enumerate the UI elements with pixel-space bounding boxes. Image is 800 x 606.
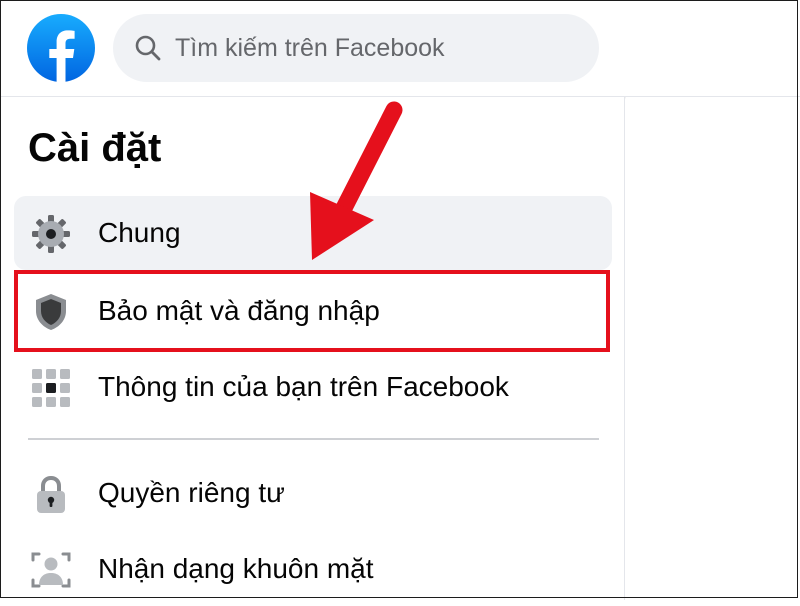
- top-bar: [0, 0, 800, 97]
- lock-icon: [37, 475, 65, 513]
- facebook-logo-icon[interactable]: [27, 14, 95, 82]
- sidebar-item-label: Thông tin của bạn trên Facebook: [98, 371, 509, 402]
- main-content: [626, 97, 800, 600]
- section-divider: [28, 438, 599, 440]
- sidebar-item-privacy[interactable]: Quyền riêng tư: [14, 456, 612, 530]
- search-icon: [135, 35, 161, 61]
- sidebar-item-your-facebook-info[interactable]: Thông tin của bạn trên Facebook: [14, 350, 612, 424]
- search-input[interactable]: [175, 33, 575, 63]
- grid-icon: [32, 369, 70, 407]
- page-title: Cài đặt: [28, 126, 162, 170]
- sidebar-item-label: Bảo mật và đăng nhập: [98, 295, 380, 326]
- sidebar-item-label: Nhận dạng khuôn mặt: [98, 553, 374, 584]
- sidebar-item-general[interactable]: Chung: [14, 196, 612, 270]
- sidebar-item-label: Chung: [98, 217, 181, 248]
- sidebar-item-label: Quyền riêng tư: [98, 477, 285, 508]
- shield-icon: [36, 294, 66, 330]
- sidebar-item-security-login[interactable]: Bảo mật và đăng nhập: [14, 274, 612, 348]
- search-bar[interactable]: [113, 14, 599, 82]
- sidebar-item-face-recognition[interactable]: Nhận dạng khuôn mặt: [14, 532, 612, 606]
- face-recognition-icon: [31, 552, 71, 588]
- gear-icon: [32, 215, 70, 253]
